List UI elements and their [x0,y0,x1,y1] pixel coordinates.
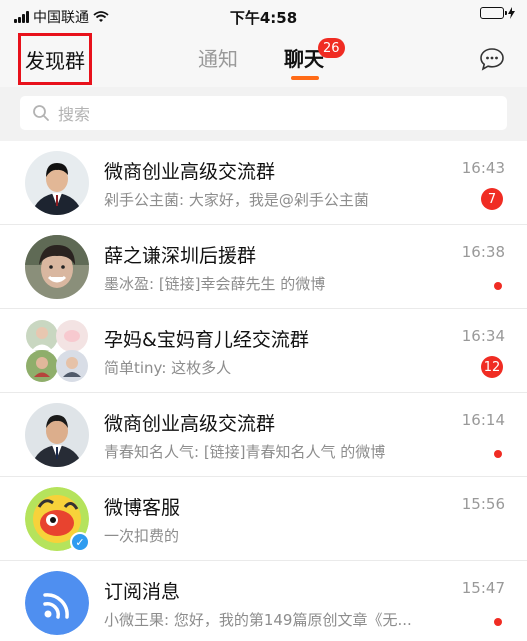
top-bar: 发现群 通知 聊天 26 [0,30,527,87]
search-placeholder: 搜索 [58,105,91,124]
avatar [25,235,89,299]
conversation-name: 薛之谦深圳后援群 [104,245,257,267]
conversation-row[interactable]: 薛之谦深圳后援群 墨冰盈: [链接]幸会薛先生 的微博 16:38 [0,225,527,309]
tab-notifications[interactable]: 通知 [198,43,238,72]
verified-icon: ✓ [70,532,90,552]
conversation-row[interactable]: 孕妈&宝妈育儿经交流群 简单tiny: 这枚多人 16:34 12 [0,309,527,393]
conversation-preview: 剁手公主菌: 大家好，我是@剁手公主菌 [104,191,369,209]
search-area: 搜索 [0,87,527,141]
unread-count-badge: 7 [481,188,503,210]
conversation-name: 微博客服 [104,497,181,519]
conversation-preview: 墨冰盈: [链接]幸会薛先生 的微博 [104,275,326,293]
conversation-name: 微商创业高级交流群 [104,413,276,435]
conversation-row[interactable]: 微商创业高级交流群 青春知名人气: [链接]青春知名人气 的微博 16:14 [0,393,527,477]
avatar [25,403,89,467]
avatar [25,319,89,383]
battery-icon [480,7,507,19]
conversation-row[interactable]: 订阅消息 小微王果: 您好，我的第149篇原创文章《无... 15:47 [0,561,527,641]
conversation-time: 15:47 [461,579,505,597]
conversation-time: 16:14 [461,411,505,429]
avatar [25,571,89,635]
chat-bubble-icon[interactable] [479,47,505,71]
unread-dot [494,282,502,290]
conversation-preview: 青春知名人气: [链接]青春知名人气 的微博 [104,443,386,461]
unread-dot [494,618,502,626]
status-right [480,7,515,19]
active-tab-indicator [291,76,319,80]
charging-icon [508,7,515,19]
status-bar: 中国联通 下午4:58 [0,0,527,30]
unread-count-badge: 12 [481,356,503,378]
chat-tab-badge: 26 [318,38,345,58]
conversation-time: 15:56 [461,495,505,513]
conversation-row[interactable]: ✓ 微博客服 一次扣费的 15:56 [0,477,527,561]
conversation-time: 16:34 [461,327,505,345]
discover-groups-button[interactable]: 发现群 [18,33,92,85]
avatar [25,151,89,215]
status-time: 下午4:58 [229,9,298,27]
search-icon [33,105,49,121]
conversation-time: 16:38 [461,243,505,261]
conversation-row[interactable]: 微商创业高级交流群 剁手公主菌: 大家好，我是@剁手公主菌 16:43 7 [0,141,527,225]
search-input[interactable]: 搜索 [20,96,507,130]
conversation-preview: 小微王果: 您好，我的第149篇原创文章《无... [104,611,412,629]
conversation-preview: 简单tiny: 这枚多人 [104,359,232,377]
conversation-name: 订阅消息 [104,581,181,603]
conversation-list: 微商创业高级交流群 剁手公主菌: 大家好，我是@剁手公主菌 16:43 7 薛之… [0,141,527,641]
conversation-name: 孕妈&宝妈育儿经交流群 [104,329,309,351]
conversation-preview: 一次扣费的 [104,527,180,545]
conversation-time: 16:43 [461,159,505,177]
conversation-name: 微商创业高级交流群 [104,161,276,183]
unread-dot [494,450,502,458]
